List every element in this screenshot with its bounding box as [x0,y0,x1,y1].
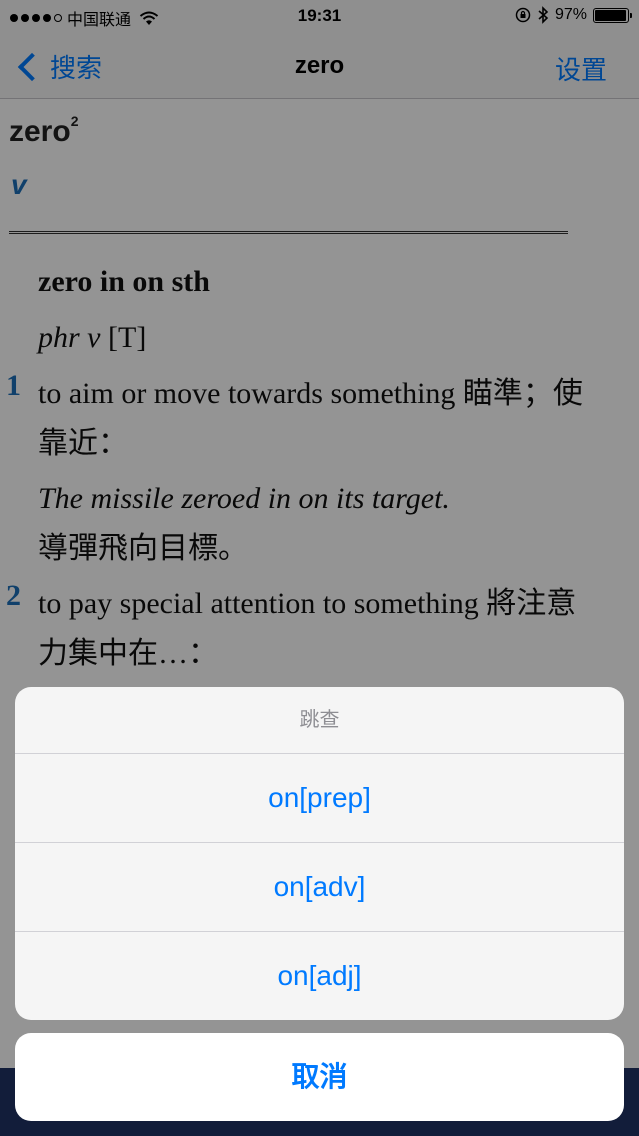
action-sheet-title: 跳查 [15,687,624,754]
screen: 中国联通 19:31 97% 搜索 zero 设置 zero2 v zero i… [0,0,639,1136]
action-option-on-adj[interactable]: on[adj] [15,932,624,1020]
action-option-on-prep[interactable]: on[prep] [15,754,624,843]
cancel-button[interactable]: 取消 [15,1033,624,1121]
action-sheet: 跳查 on[prep] on[adv] on[adj] [15,687,624,1020]
action-option-on-adv[interactable]: on[adv] [15,843,624,932]
